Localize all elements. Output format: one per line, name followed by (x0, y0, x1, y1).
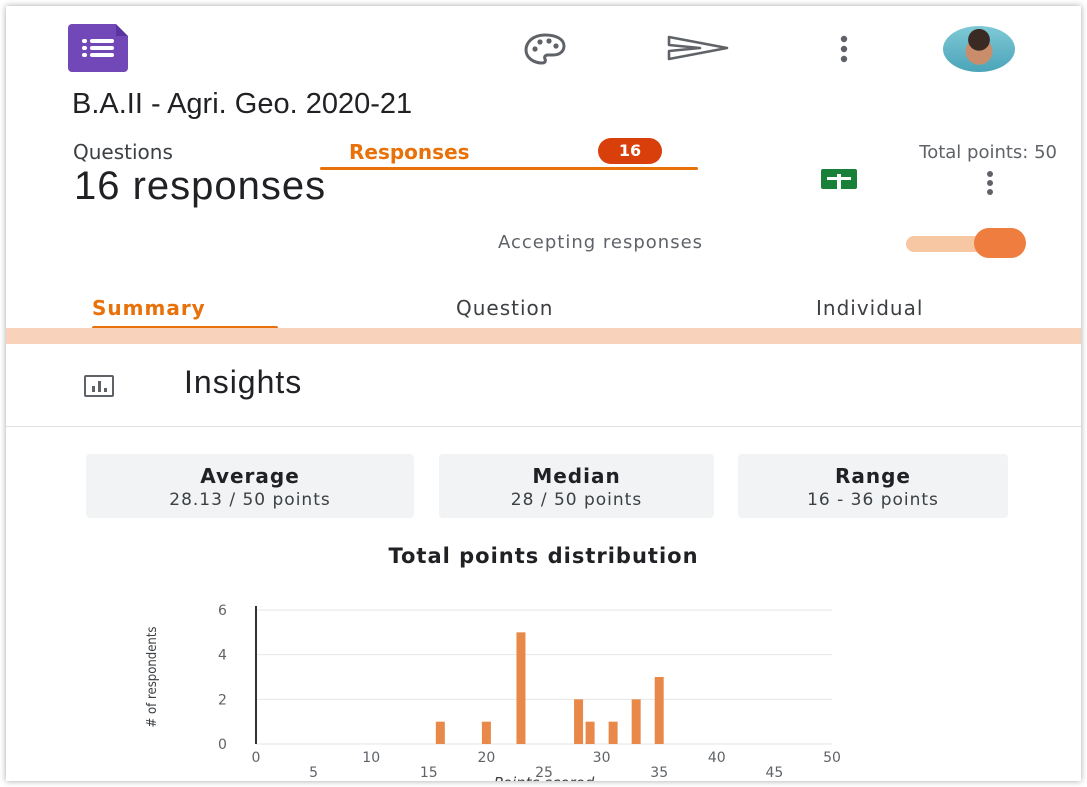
stat-value: 28.13 / 50 points (169, 490, 331, 510)
form-title: B.A.II - Agri. Geo. 2020-21 (72, 88, 413, 120)
chart-bar (516, 632, 526, 744)
tab-question[interactable]: Question (456, 296, 553, 320)
points-distribution-chart: 024601020304050515253545Points scored# o… (145, 603, 841, 781)
app-frame: B.A.II - Agri. Geo. 2020-21 Questions Re… (6, 6, 1081, 781)
stat-value: 28 / 50 points (510, 490, 643, 510)
x-tick-label: 5 (309, 765, 318, 781)
insights-chart-icon (84, 375, 114, 397)
accepting-responses-toggle[interactable] (974, 228, 1026, 258)
chart-bar (574, 699, 584, 744)
y-axis-title: # of respondents (145, 626, 160, 727)
avatar[interactable] (943, 26, 1015, 72)
tab-questions[interactable]: Questions (73, 140, 173, 164)
stat-label: Average (200, 464, 300, 488)
stat-card-range: Range 16 - 36 points (738, 454, 1008, 518)
x-tick-label: 35 (650, 765, 668, 781)
x-tick-label: 0 (252, 750, 261, 766)
chart-bar (435, 721, 445, 744)
responses-count-heading: 16 responses (74, 164, 327, 208)
y-tick-label: 0 (218, 737, 227, 753)
x-tick-label: 40 (708, 750, 726, 766)
stat-label: Range (834, 464, 911, 488)
total-points: Total points: 50 (919, 142, 1057, 163)
chart-bar (481, 721, 491, 744)
section-divider (6, 328, 1081, 344)
responses-more-icon[interactable] (984, 170, 996, 200)
chart-bar (608, 721, 618, 744)
stat-card-median: Median 28 / 50 points (439, 454, 714, 518)
send-icon[interactable] (666, 34, 730, 62)
palette-icon[interactable] (522, 32, 568, 66)
y-tick-label: 2 (218, 692, 227, 708)
chart-bar (631, 699, 641, 744)
y-tick-label: 6 (218, 603, 227, 619)
x-tick-label: 15 (420, 765, 438, 781)
tab-responses-indicator (320, 167, 698, 170)
stat-card-average: Average 28.13 / 50 points (86, 454, 414, 518)
y-tick-label: 4 (218, 648, 227, 664)
google-sheets-icon[interactable] (821, 169, 857, 189)
stat-value: 16 - 36 points (807, 490, 939, 510)
stat-label: Median (532, 464, 621, 488)
insights-divider (6, 426, 1081, 427)
x-tick-label: 30 (593, 750, 611, 766)
chart-bar (654, 677, 664, 744)
x-tick-label: 10 (362, 750, 380, 766)
accepting-responses-label: Accepting responses (498, 232, 704, 253)
forms-logo-icon[interactable] (68, 24, 128, 72)
more-vert-icon[interactable] (838, 34, 850, 64)
chart-title: Total points distribution (388, 544, 699, 568)
x-tick-label: 50 (823, 750, 841, 766)
insights-title: Insights (184, 364, 303, 400)
x-tick-label: 20 (477, 750, 495, 766)
tab-summary[interactable]: Summary (92, 296, 206, 320)
chart-bar (585, 721, 595, 744)
x-tick-label: 45 (765, 765, 783, 781)
x-axis-title: Points scored (494, 774, 595, 781)
tab-responses[interactable]: Responses (349, 140, 470, 164)
tab-individual[interactable]: Individual (816, 296, 923, 320)
responses-count-badge: 16 (598, 138, 662, 164)
